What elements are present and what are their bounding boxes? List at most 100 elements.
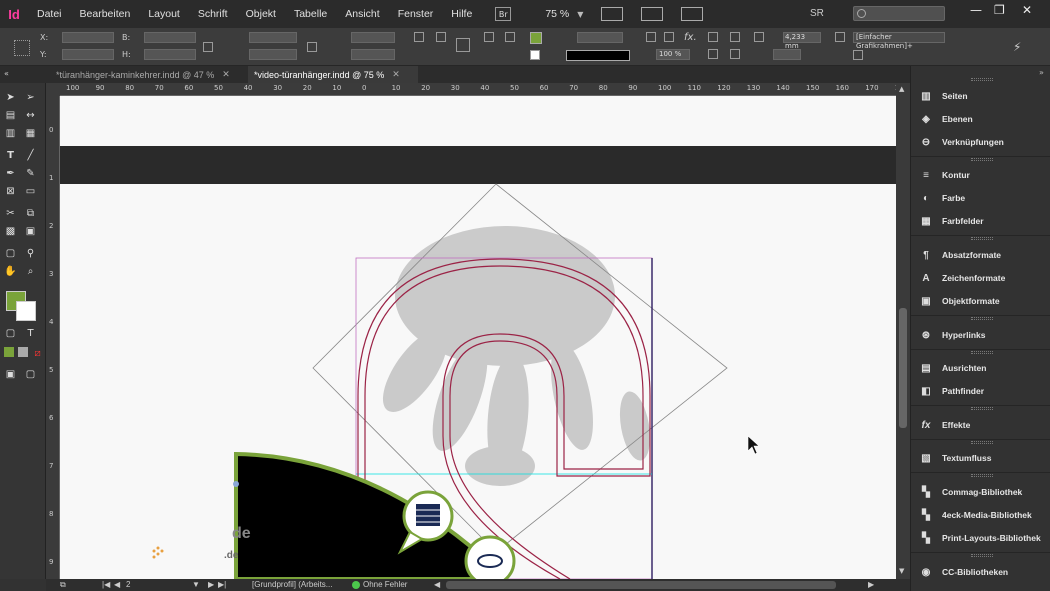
hscroll-right-icon[interactable]: ▶ (868, 580, 874, 589)
shear-field[interactable] (351, 49, 395, 60)
panel-textumfluss[interactable]: ▧ Textumfluss (919, 449, 991, 467)
zoom-dropdown-icon[interactable]: ▼ (577, 10, 583, 19)
vertical-ruler[interactable]: 0 1 2 3 4 5 6 7 8 9 (46, 96, 60, 579)
link-scale-icon[interactable] (307, 42, 317, 52)
artwork[interactable]: de .de (60, 96, 896, 579)
menu-hilfe[interactable]: Hilfe (442, 8, 481, 20)
panel-kontur[interactable]: ≡ Kontur (919, 166, 970, 184)
eyedropper-tool-icon[interactable]: ⚲ (24, 247, 37, 260)
tab-video-tueranhaenger[interactable]: *video-türanhänger.indd @ 75 % ✕ (248, 66, 418, 83)
scroll-thumb[interactable] (899, 308, 907, 428)
selection-tool-icon[interactable]: ➤ (4, 91, 17, 104)
preview-mode-icon[interactable]: ▢ (24, 368, 37, 381)
center-content-icon[interactable] (708, 49, 718, 59)
height-field[interactable] (144, 49, 196, 60)
direct-selection-tool-icon[interactable]: ➢ (24, 91, 37, 104)
tab-tueranhaenger-kaminkehrer[interactable]: *türanhänger-kaminkehrer.indd @ 47 % ✕ (50, 66, 248, 83)
scale-y-field[interactable] (249, 49, 297, 60)
scale-x-field[interactable] (249, 32, 297, 43)
width-field[interactable] (144, 32, 196, 43)
hscroll-left-icon[interactable]: ◀ (434, 580, 440, 589)
panel-effekte[interactable]: fx Effekte (919, 416, 971, 434)
menu-fenster[interactable]: Fenster (389, 8, 443, 20)
gradient-tool-icon[interactable]: ▩ (4, 225, 17, 238)
type-tool-icon[interactable]: T (4, 149, 17, 162)
shadow-icon[interactable] (664, 32, 674, 42)
search-input[interactable] (853, 6, 945, 21)
tab-close-icon[interactable]: ✕ (222, 69, 230, 80)
prev-page-icon[interactable]: ◀ (114, 580, 120, 589)
panel-group-grip[interactable] (971, 158, 993, 161)
panel-zeichenformate[interactable]: A Zeichenformate (919, 269, 1005, 287)
clear-overrides-icon[interactable] (853, 50, 863, 60)
apply-none-icon[interactable]: ⧄ (31, 347, 44, 360)
preflight-status[interactable]: Ohne Fehler (363, 580, 407, 589)
constrain-proportions-icon[interactable] (203, 42, 213, 52)
content-placer-icon[interactable]: ▦ (24, 127, 37, 140)
panel-cc-bibliotheken[interactable]: ◉ CC-Bibliotheken (919, 563, 1009, 581)
panel-group-grip[interactable] (971, 237, 993, 240)
tabs-collapse-icon[interactable]: « (4, 69, 9, 78)
gap-tool-icon[interactable]: ↔ (24, 109, 37, 122)
y-field[interactable] (62, 49, 114, 60)
screen-mode-icon[interactable] (641, 7, 664, 21)
panel-farbe[interactable]: ◐ Farbe (919, 189, 965, 207)
rotation-field[interactable] (351, 32, 395, 43)
scroll-up-icon[interactable]: ▲ (899, 85, 904, 93)
horizontal-scrollbar[interactable] (446, 581, 836, 589)
corner-options-icon[interactable] (646, 32, 656, 42)
menu-objekt[interactable]: Objekt (237, 8, 285, 20)
content-collector-icon[interactable]: ▥ (4, 127, 17, 140)
ruler-origin[interactable] (46, 83, 60, 96)
zoom-level[interactable]: 75 % (545, 8, 569, 20)
note-tool-icon[interactable]: ▢ (4, 247, 17, 260)
rotate-icon[interactable] (414, 32, 424, 42)
next-page-icon[interactable]: ▶ (208, 580, 214, 589)
apply-color-icon[interactable] (4, 347, 14, 357)
reference-point-icon[interactable] (14, 40, 30, 56)
line-tool-icon[interactable]: ╱ (24, 149, 37, 162)
panel-print-layouts-bibliothek[interactable]: ▚ Print-Layouts-Bibliothek (919, 529, 1041, 547)
maximize-icon[interactable]: ❐ (994, 3, 1005, 17)
last-page-icon[interactable]: ▶| (218, 580, 226, 589)
stroke-weight-dropdown[interactable] (577, 32, 623, 43)
arrange-documents-icon[interactable] (681, 7, 704, 21)
fx-icon[interactable]: fx. (684, 32, 697, 43)
panel-group-grip[interactable] (971, 78, 993, 81)
auto-fit-icon[interactable] (754, 32, 764, 42)
panel-seiten[interactable]: ▥ Seiten (919, 87, 967, 105)
lightning-icon[interactable]: ⚡ (1013, 40, 1021, 54)
x-field[interactable] (62, 32, 114, 43)
horizontal-ruler[interactable]: 100 90 80 70 60 50 40 30 20 10 0 10 20 30 40 50 60 70 80 90… (60, 83, 896, 96)
preflight-profile[interactable]: [Grundprofil] (Arbeits... (252, 580, 332, 589)
panel-ausrichten[interactable]: ▤ Ausrichten (919, 359, 986, 377)
view-options-icon[interactable] (601, 7, 624, 21)
free-transform-tool-icon[interactable]: ⧉ (24, 207, 37, 220)
menu-bearbeiten[interactable]: Bearbeiten (71, 8, 140, 20)
panel-group-grip[interactable] (971, 317, 993, 320)
formatting-text-icon[interactable]: T (24, 327, 37, 340)
fit-frame-icon[interactable] (708, 32, 718, 42)
menu-layout[interactable]: Layout (139, 8, 189, 20)
flip-vertical-icon[interactable] (505, 32, 515, 42)
stroke-weight-field[interactable]: 4,233 mm (783, 32, 821, 50)
zoom-tool-icon[interactable]: ⌕ (24, 265, 37, 278)
page-number-field[interactable]: 2 (126, 580, 130, 589)
vertical-scrollbar[interactable]: ▲ ▼ (896, 83, 910, 579)
scissors-tool-icon[interactable]: ✂ (4, 207, 17, 220)
panel-group-grip[interactable] (971, 554, 993, 557)
rectangle-frame-tool-icon[interactable]: ⊠ (4, 185, 17, 198)
panel-group-grip[interactable] (971, 441, 993, 444)
stroke-swatch[interactable] (530, 50, 540, 60)
panel-farbfelder[interactable]: ▦ Farbfelder (919, 212, 983, 230)
close-icon[interactable]: ✕ (1022, 3, 1032, 17)
panel-ebenen[interactable]: ◈ Ebenen (919, 110, 973, 128)
opacity-field[interactable]: 100 % (656, 49, 690, 60)
panel-hyperlinks[interactable]: ⊛ Hyperlinks (919, 326, 986, 344)
gap-field[interactable] (773, 49, 801, 60)
panel-objektformate[interactable]: ▣ Objektformate (919, 292, 999, 310)
fill-frame-icon[interactable] (730, 49, 740, 59)
hand-tool-icon[interactable]: ✋ (4, 265, 17, 278)
panel-pathfinder[interactable]: ◧ Pathfinder (919, 382, 984, 400)
path-type-icon[interactable] (456, 38, 470, 52)
